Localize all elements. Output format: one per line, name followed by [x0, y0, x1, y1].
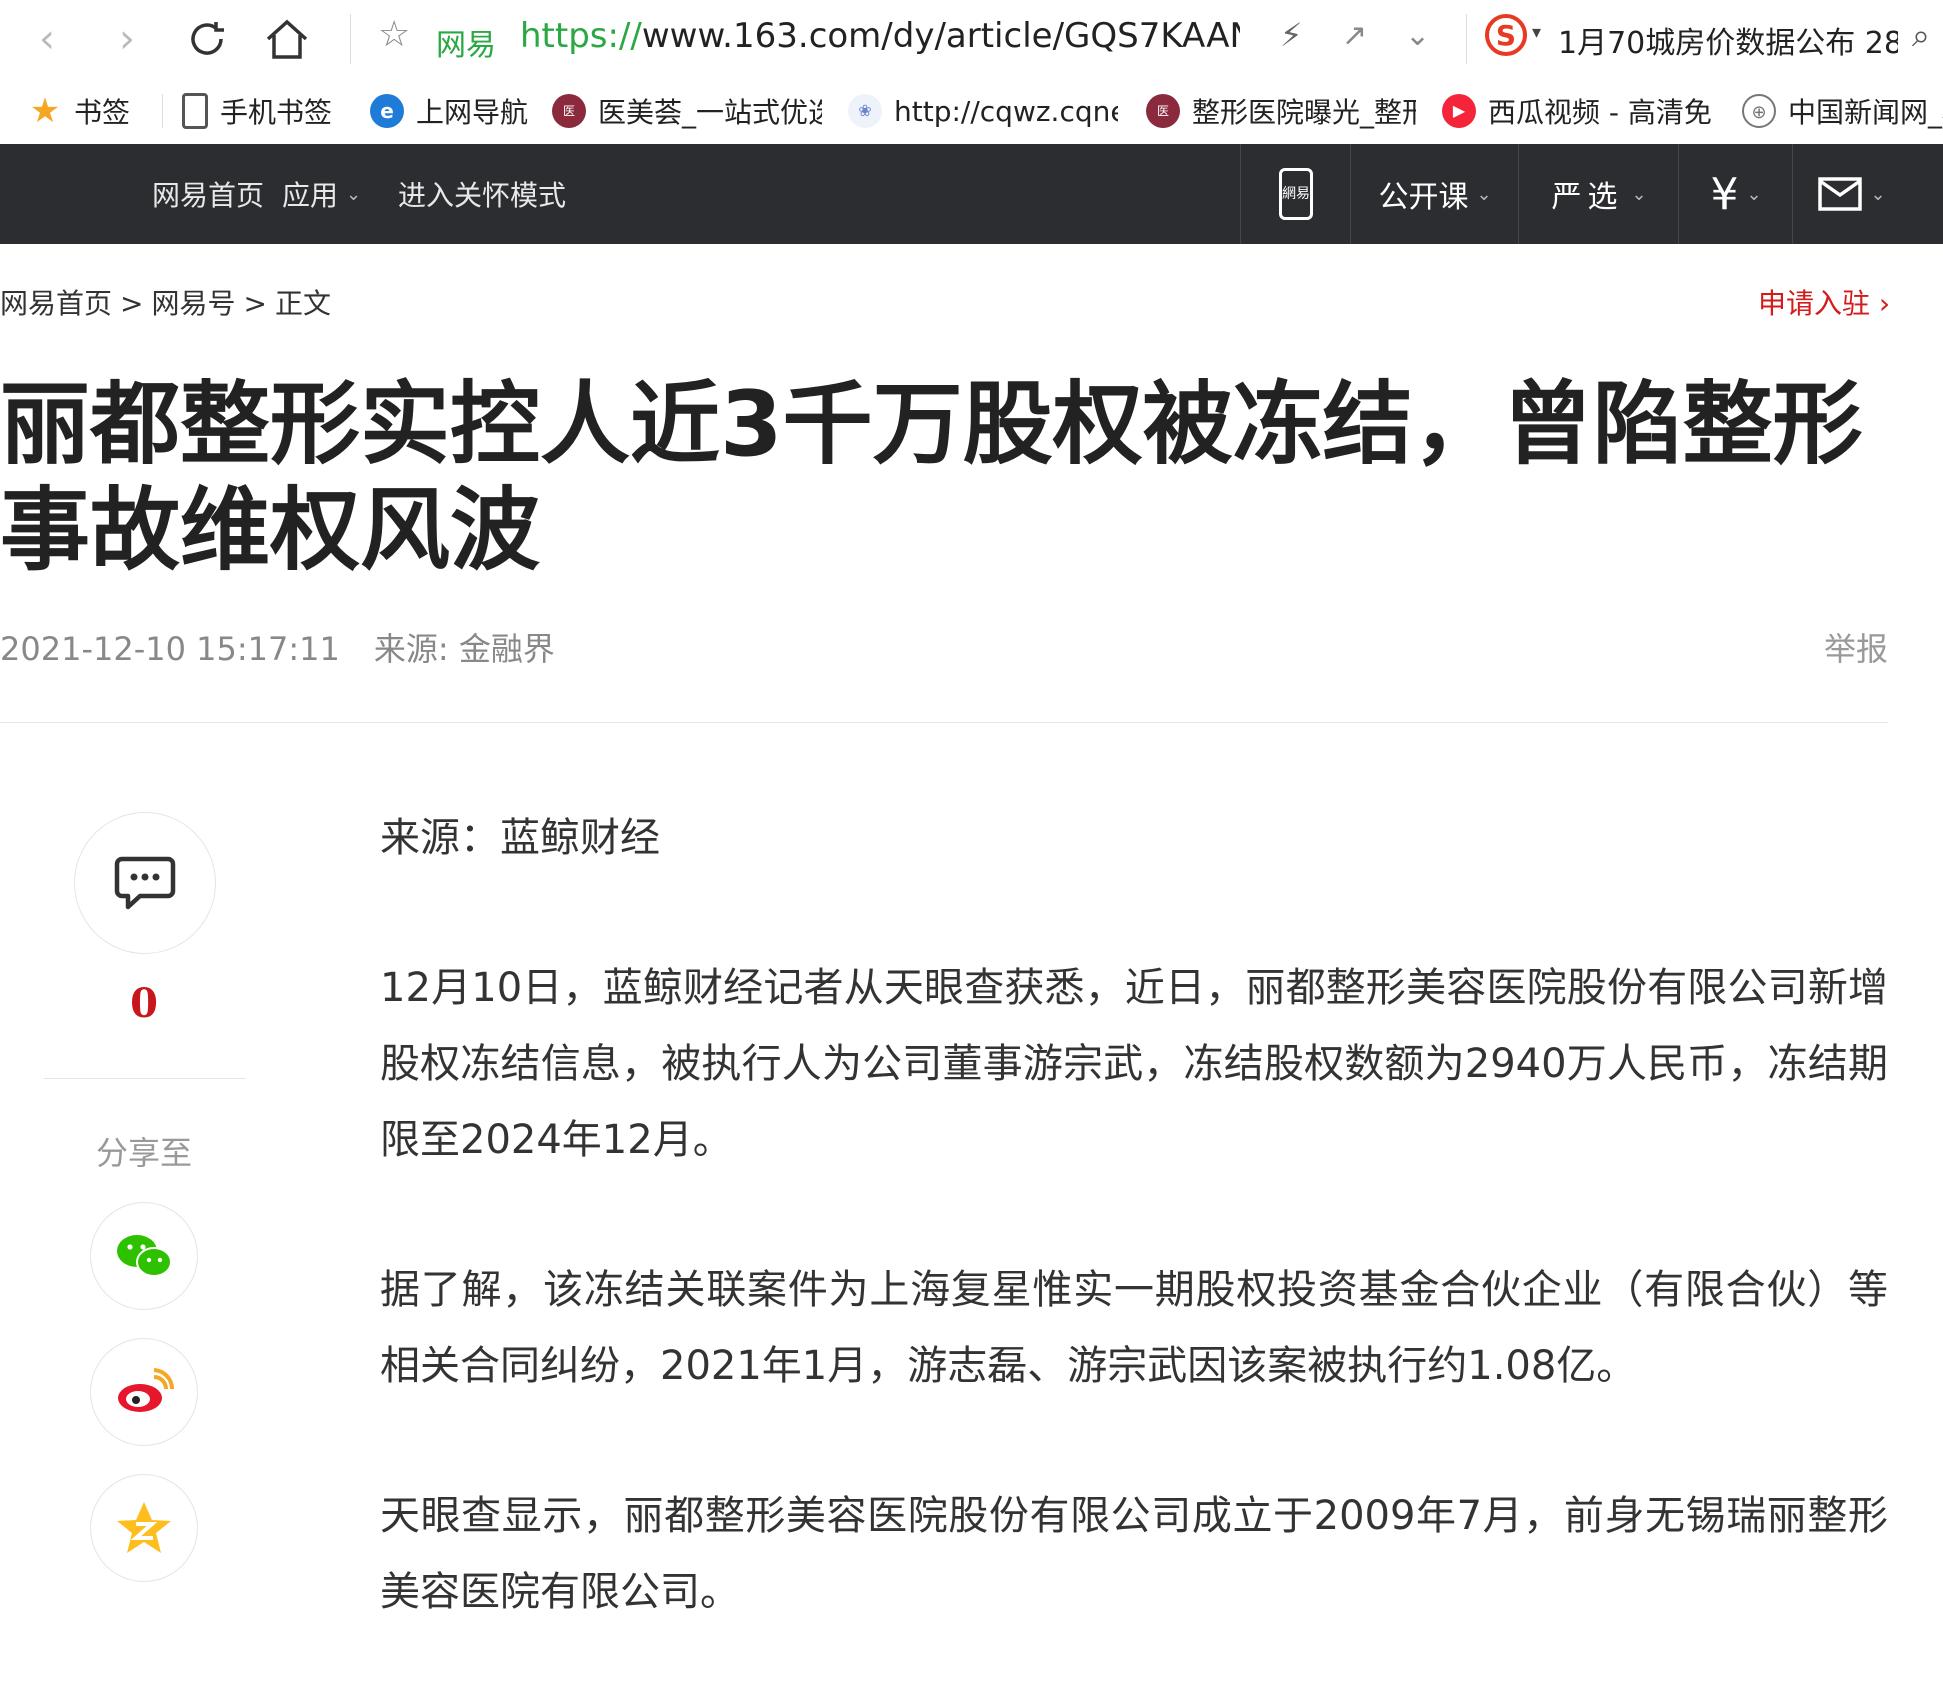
yanxuan-menu[interactable]: 严选 ⌄ [1518, 144, 1679, 244]
bookmark-item[interactable]: 医整形医院曝光_整形 [1146, 78, 1416, 144]
bookmark-label: 西瓜视频 - 高清免 [1488, 96, 1712, 129]
bookmark-item[interactable]: ★ 书签 [28, 78, 148, 144]
ie-browser-icon: e [370, 94, 404, 128]
forward-icon[interactable]: › [98, 10, 156, 68]
chevron-down-icon: ⌄ [346, 183, 362, 205]
yimeihui-logo-icon: 医 [1146, 94, 1180, 128]
bookmark-item[interactable]: ❀ http://cqwz.cqnews [848, 78, 1118, 144]
yanxuan-label: 严选 [1551, 180, 1624, 215]
article-paragraph: 来源：蓝鲸财经 [380, 815, 660, 861]
chevron-down-icon: ⌄ [1870, 183, 1886, 205]
fast-mode-icon[interactable]: ⚡ [1280, 16, 1302, 54]
article-paragraph: 据了解，该冻结关联案件为上海复星惟实一期股权投资基金合伙企业（有限合伙）等相关合… [380, 1267, 1888, 1389]
open-course-menu[interactable]: 公开课 ⌄ [1350, 144, 1519, 244]
bookmark-label: 医美荟_一站式优选 [598, 96, 822, 129]
yimeihui-logo-icon: 医 [552, 94, 586, 128]
bookmark-item[interactable]: ⊕ 中国新闻网_权 [1742, 78, 1943, 144]
yuan-icon: ¥ [1710, 168, 1739, 220]
toolbar-divider [350, 14, 351, 64]
weibo-icon [118, 1368, 174, 1412]
breadcrumb-netease-hao[interactable]: 网易号 [151, 287, 235, 320]
caret-down-icon[interactable]: ▾ [1532, 22, 1541, 43]
bookmark-label: http://cqwz.cqnews [894, 94, 1118, 128]
share-wechat-button[interactable] [90, 1202, 198, 1310]
bookmark-label: 上网导航 [416, 96, 529, 129]
chevron-down-icon: ⌄ [1476, 183, 1492, 205]
breadcrumb-separator: > [120, 287, 144, 320]
search-icon[interactable]: ⌕ [1912, 16, 1930, 55]
site-identity-label: 网易 [436, 28, 496, 63]
bookmark-label: 整形医院曝光_整形 [1192, 96, 1416, 129]
reload-icon[interactable] [178, 10, 236, 68]
bookmark-star-icon[interactable]: ☆ [378, 14, 410, 55]
site-favicon-icon: ❀ [848, 94, 882, 128]
breadcrumb-current: 正文 [274, 287, 331, 320]
home-icon[interactable] [258, 10, 316, 68]
article-meta: 2021-12-10 15:17:11 来源: 金融界 [0, 624, 555, 670]
mail-icon [1818, 177, 1863, 211]
nav-apps-label: 应用 [282, 179, 339, 212]
globe-icon: ⊕ [1742, 94, 1776, 128]
url-path: www.163.com/dy/article/GQS7KAAN0519 [641, 16, 1240, 56]
mobile-app-button[interactable]: 網易 [1240, 144, 1351, 244]
browser-address-bar: ‹ › ☆ 网易 https://www.163.com/dy/article/… [0, 0, 1943, 79]
share-to-label: 分享至 [95, 1134, 192, 1172]
mobile-phone-icon: 網易 [1279, 168, 1313, 220]
apply-join-label: 申请入驻 [1758, 287, 1871, 320]
chevron-down-icon: ⌄ [1631, 183, 1647, 205]
article-paragraph: 天眼查显示，丽都整形美容医院股份有限公司成立于2009年7月，前身无锡瑞丽整形美… [380, 1493, 1888, 1615]
comment-count[interactable]: 0 [0, 980, 288, 1027]
nav-home-link[interactable]: 网易首页 [152, 144, 264, 244]
search-engine-icon[interactable]: S [1485, 14, 1527, 56]
qzone-star-icon [117, 1502, 171, 1553]
chevron-down-icon: ⌄ [1746, 183, 1762, 205]
bookmark-item[interactable]: 手机书签 [182, 78, 362, 144]
bookmark-item[interactable]: 医医美荟_一站式优选 [552, 78, 822, 144]
xigua-video-icon: ▶ [1442, 94, 1476, 128]
meta-divider [0, 722, 1888, 723]
article-paragraph: 12月10日，蓝鲸财经记者从天眼查获悉，近日，丽都整形美容医院股份有限公司新增股… [380, 965, 1888, 1163]
share-qzone-button[interactable] [90, 1474, 198, 1582]
article-body: 来源：蓝鲸财经 12月10日，蓝鲸财经记者从天眼查获悉，近日，丽都整形美容医院股… [380, 800, 1888, 1704]
bookmark-divider [162, 94, 163, 128]
bookmark-item[interactable]: ▶ 西瓜视频 - 高清免 [1442, 78, 1712, 144]
bookmark-label: 书签 [74, 96, 131, 129]
toolbar-divider [1466, 14, 1467, 64]
article-title: 丽都整形实控人近3千万股权被冻结，曾陷整形事故维权风波 [0, 372, 1863, 583]
star-icon: ★ [29, 91, 61, 131]
chevron-right-icon: › [1878, 287, 1891, 320]
bookmark-label: 中国新闻网_权 [1788, 96, 1943, 129]
payment-menu[interactable]: ¥ ⌄ [1678, 144, 1793, 244]
report-link[interactable]: 举报 [1824, 624, 1888, 670]
bookmark-label: 手机书签 [220, 96, 333, 129]
publish-datetime: 2021-12-10 15:17:11 [0, 630, 340, 668]
search-suggestion[interactable]: 1月70城房价数据公布 28城 [1558, 18, 1898, 62]
article-source: 来源: 金融界 [373, 630, 555, 668]
bookmarks-bar: ★ 书签 手机书签 e 上网导航 医医美荟_一站式优选 ❀ http://cqwz.c… [0, 78, 1943, 145]
apply-join-link[interactable]: 申请入驻 › [1758, 282, 1890, 322]
share-weibo-button[interactable] [90, 1338, 198, 1446]
breadcrumb: 网易首页 > 网易号 > 正文 [0, 282, 339, 322]
mobile-logo-text: 網易 [1282, 186, 1310, 202]
breadcrumb-home[interactable]: 网易首页 [0, 287, 112, 320]
rail-divider [44, 1078, 246, 1079]
url-field[interactable]: https://www.163.com/dy/article/GQS7KAAN0… [520, 16, 1240, 56]
open-course-label: 公开课 [1378, 180, 1469, 215]
site-top-nav: 网易首页 应用 ⌄ 进入关怀模式 網易 公开课 ⌄ 严选 ⌄ ¥ ⌄ ⌄ [0, 144, 1943, 244]
chevron-down-icon[interactable]: ⌄ [1405, 18, 1430, 53]
comment-bubble-icon [114, 856, 176, 910]
comment-button[interactable] [74, 812, 216, 954]
bookmark-item[interactable]: e 上网导航 [370, 78, 540, 144]
phone-icon [182, 93, 208, 129]
breadcrumb-separator: > [243, 287, 267, 320]
wechat-icon [117, 1235, 172, 1277]
url-protocol: https:// [520, 16, 642, 56]
nav-apps-menu[interactable]: 应用 ⌄ [282, 144, 361, 244]
back-icon[interactable]: ‹ [18, 10, 76, 68]
mail-menu[interactable]: ⌄ [1792, 144, 1911, 244]
share-icon[interactable]: ↗ [1342, 18, 1367, 53]
care-mode-link[interactable]: 进入关怀模式 [398, 144, 566, 244]
